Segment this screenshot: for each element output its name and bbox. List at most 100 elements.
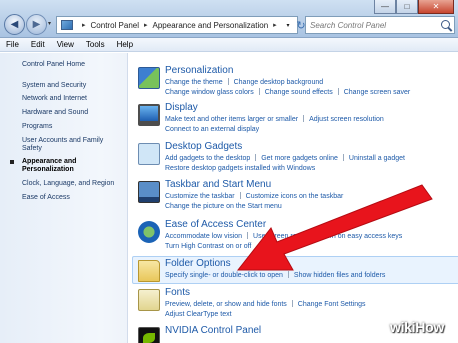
breadcrumb-appearance[interactable]: Appearance and Personalization [153,21,269,30]
nvidia-icon[interactable] [138,327,160,343]
address-separator-icon: ▸ [273,22,277,29]
sidebar-item-hardware-sound[interactable]: Hardware and Sound [22,109,88,117]
category-links: Preview, delete, or show and hide fonts C… [165,300,455,320]
link-easy-access-keys[interactable]: Turn on easy access keys [322,233,403,240]
link-customize-taskbar[interactable]: Customize the taskbar [165,193,235,200]
link-divider [255,154,257,161]
back-arrow-icon: ◀ [10,19,19,30]
wikihow-watermark: wikiHow [390,319,444,335]
category-links: Accommodate low vision Use screen reader T… [165,232,455,252]
link-add-gadgets[interactable]: Add gadgets to the desktop [165,155,250,162]
link-divider [287,271,289,278]
taskbar-icon[interactable] [138,181,160,203]
menu-view[interactable]: View [57,40,74,49]
category-folder-options[interactable]: Folder Options Specify single- or double… [128,258,458,286]
link-single-double-click[interactable]: Specify single- or double-click to open [165,272,283,279]
sidebar-item-appearance: Appearance and Personalization [22,158,77,173]
link-divider [291,300,293,307]
sidebar-item-control-panel-home[interactable]: Control Panel Home [22,61,85,69]
link-connect-external-display[interactable]: Connect to an external display [165,126,259,133]
link-show-hidden-files[interactable]: Show hidden files and folders [294,272,385,279]
link-accommodate-low-vision[interactable]: Accommodate low vision [165,233,242,240]
sidebar-item-system-security[interactable]: System and Security [22,82,86,90]
title-bar: — □ ✕ ◀ ▶ ▾ ▸ Control Panel ▸ Appearance… [0,0,458,38]
category-fonts: Fonts Preview, delete, or show and hide … [128,287,458,323]
category-title[interactable]: Folder Options [165,258,231,269]
category-links: Make text and other items larger or smal… [165,115,455,135]
link-divider [227,78,229,85]
link-divider [342,154,344,161]
link-uninstall-gadget[interactable]: Uninstall a gadget [349,155,405,162]
search-input[interactable]: Search Control Panel [305,16,455,34]
watermark-prefix: wiki [390,319,416,335]
link-make-text-larger[interactable]: Make text and other items larger or smal… [165,116,298,123]
menu-bar: File Edit View Tools Help [0,38,458,52]
link-preview-delete-fonts[interactable]: Preview, delete, or show and hide fonts [165,301,287,308]
category-title[interactable]: Display [165,102,198,113]
link-change-window-glass-colors[interactable]: Change window glass colors [165,89,254,96]
minimize-button[interactable]: — [374,0,396,14]
category-title[interactable]: Personalization [165,65,233,76]
gadgets-icon[interactable] [138,143,160,165]
address-separator-icon: ▸ [144,22,148,29]
address-bar[interactable]: ▸ Control Panel ▸ Appearance and Persona… [56,16,298,34]
category-links: Customize the taskbar Customize icons on … [165,192,455,212]
link-divider [303,115,305,122]
sidebar-item-user-accounts[interactable]: User Accounts and Family Safety [22,137,118,153]
link-divider [239,192,241,199]
personalization-icon[interactable] [138,67,160,89]
forward-button[interactable]: ▶ [26,14,47,35]
category-links: Change the theme Change desktop backgroun… [165,78,455,98]
link-divider [337,88,339,95]
category-title[interactable]: Fonts [165,287,190,298]
folder-options-icon[interactable] [138,260,160,282]
recent-pages-dropdown[interactable]: ▾ [48,20,51,27]
display-icon[interactable] [138,104,160,126]
category-taskbar: Taskbar and Start Menu Customize the tas… [128,179,458,215]
link-restore-gadgets[interactable]: Restore desktop gadgets installed with W… [165,165,315,172]
category-title[interactable]: Desktop Gadgets [165,141,242,152]
window-controls: — □ ✕ [374,0,454,14]
category-title[interactable]: NVIDIA Control Panel [165,325,261,336]
menu-file[interactable]: File [6,40,19,49]
link-change-theme[interactable]: Change the theme [165,79,223,86]
category-title[interactable]: Taskbar and Start Menu [165,179,271,190]
menu-help[interactable]: Help [117,40,133,49]
link-change-desktop-background[interactable]: Change desktop background [234,79,324,86]
menu-edit[interactable]: Edit [31,40,45,49]
watermark-suffix: How [415,319,444,335]
link-get-more-gadgets[interactable]: Get more gadgets online [261,155,338,162]
sidebar-item-clock-language[interactable]: Clock, Language, and Region [22,180,114,188]
menu-tools[interactable]: Tools [86,40,105,49]
category-ease-of-access: Ease of Access Center Accommodate low vi… [128,219,458,255]
category-links: Add gadgets to the desktop Get more gadge… [165,154,455,174]
fonts-icon[interactable] [138,289,160,311]
link-change-sound-effects[interactable]: Change sound effects [265,89,333,96]
category-personalization: Personalization Change the theme Change d… [128,65,458,101]
link-change-screen-saver[interactable]: Change screen saver [344,89,411,96]
breadcrumb-control-panel[interactable]: Control Panel [91,21,139,30]
link-high-contrast[interactable]: Turn High Contrast on or off [165,243,251,250]
category-links: Specify single- or double-click to open S… [165,271,455,281]
ease-of-access-icon[interactable] [138,221,160,243]
link-divider [247,232,249,239]
close-button[interactable]: ✕ [418,0,454,14]
link-adjust-screen-resolution[interactable]: Adjust screen resolution [309,116,384,123]
category-title[interactable]: Ease of Access Center [165,219,266,230]
back-button[interactable]: ◀ [4,14,25,35]
link-use-screen-reader[interactable]: Use screen reader [253,233,311,240]
link-change-start-picture[interactable]: Change the picture on the Start menu [165,203,282,210]
link-divider [258,88,260,95]
active-item-bullet-icon [10,160,14,164]
sidebar-item-programs[interactable]: Programs [22,123,52,131]
category-display: Display Make text and other items larger… [128,102,458,138]
link-customize-icons-taskbar[interactable]: Customize icons on the taskbar [246,193,344,200]
sidebar-item-network[interactable]: Network and Internet [22,95,87,103]
search-placeholder: Search Control Panel [310,20,387,30]
sidebar-item-ease-of-access[interactable]: Ease of Access [22,194,70,202]
link-change-font-settings[interactable]: Change Font Settings [298,301,366,308]
address-dropdown-icon[interactable]: ▾ [283,17,293,33]
maximize-button[interactable]: □ [396,0,418,14]
link-adjust-cleartype[interactable]: Adjust ClearType text [165,311,232,318]
search-icon[interactable] [441,20,450,29]
